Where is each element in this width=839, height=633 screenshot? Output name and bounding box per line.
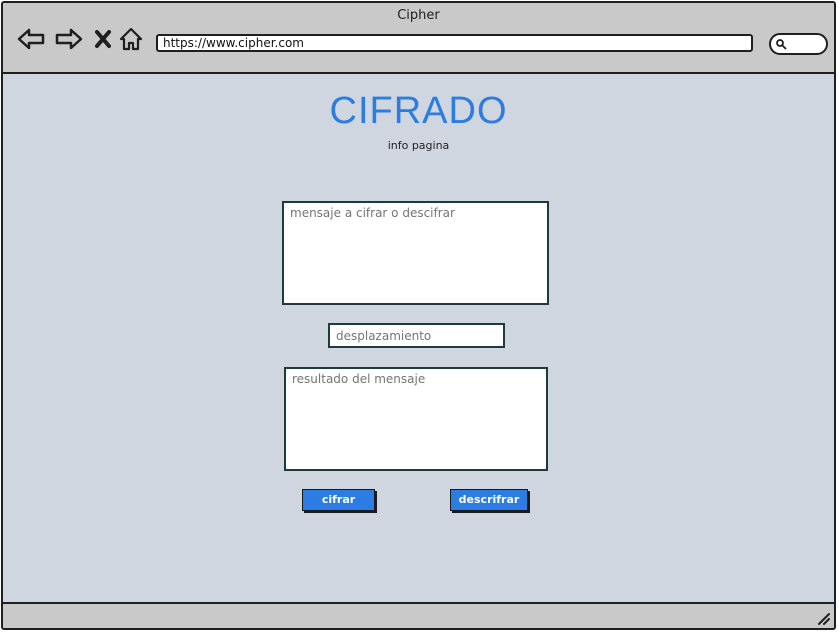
search-icon xyxy=(776,39,787,50)
message-input[interactable] xyxy=(282,201,549,305)
forward-arrow-icon[interactable] xyxy=(54,25,84,53)
encrypt-button[interactable]: cifrar xyxy=(302,489,375,511)
result-output[interactable] xyxy=(284,367,548,471)
search-box[interactable] xyxy=(769,33,828,55)
decrypt-button[interactable]: descrifrar xyxy=(450,489,528,511)
resize-grip-icon[interactable] xyxy=(816,610,830,625)
browser-toolbar: Cipher https://www.cipher.com xyxy=(3,3,834,74)
page-title: CIFRADO xyxy=(329,90,508,132)
page-content: CIFRADO info pagina cifrar descrifrar xyxy=(3,74,834,602)
window-title: Cipher xyxy=(397,8,440,23)
page-subtitle: info pagina xyxy=(387,139,450,152)
browser-window: Cipher https://www.cipher.com CIFRADO in… xyxy=(1,1,836,630)
back-arrow-icon[interactable] xyxy=(16,25,46,53)
status-bar xyxy=(3,602,834,628)
close-icon[interactable] xyxy=(91,25,115,53)
url-bar[interactable]: https://www.cipher.com xyxy=(156,34,753,52)
shift-input[interactable] xyxy=(328,323,505,348)
home-icon[interactable] xyxy=(118,25,144,53)
